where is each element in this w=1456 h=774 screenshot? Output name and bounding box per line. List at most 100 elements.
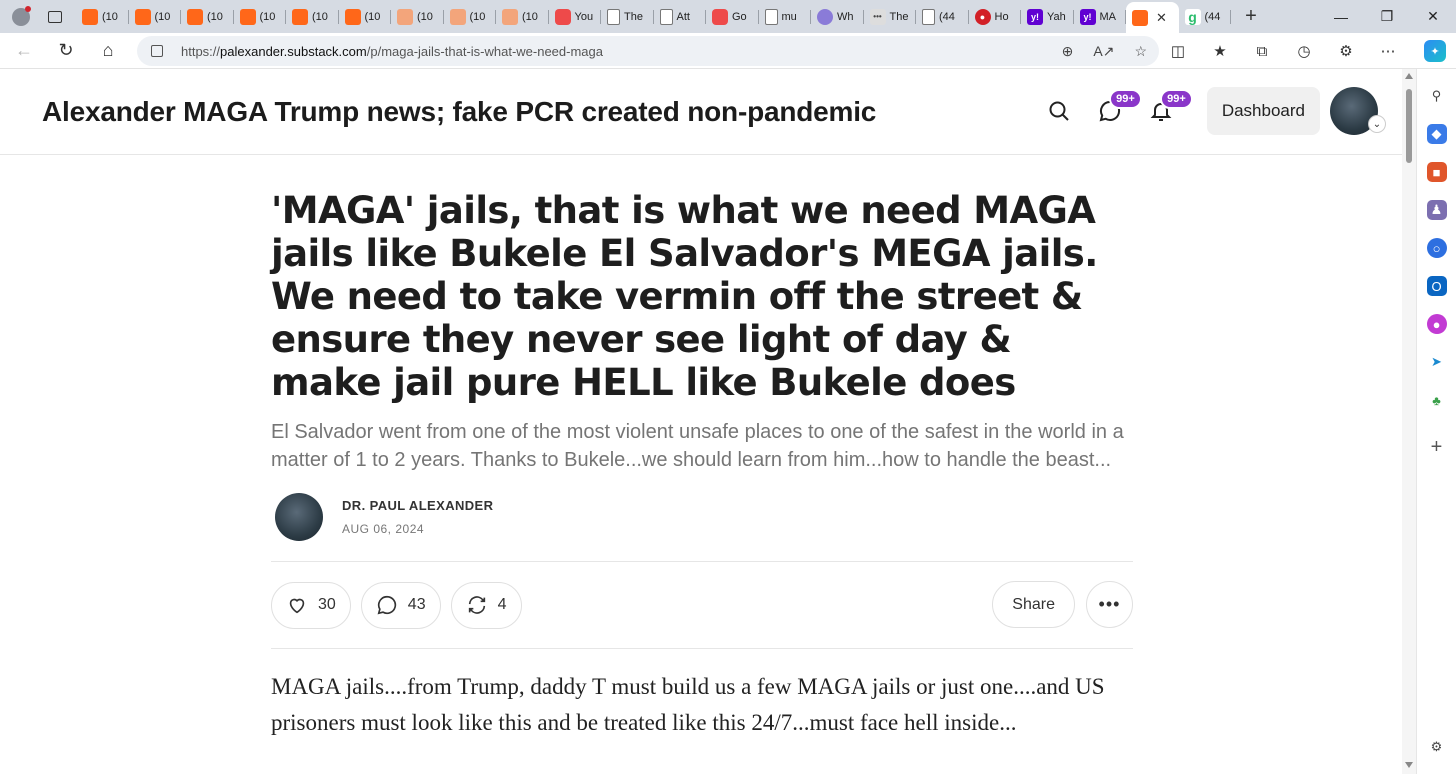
search-icon[interactable]: ⚲ [1427, 86, 1447, 106]
post-subtitle: El Salvador went from one of the most vi… [271, 421, 1124, 471]
browser-tab[interactable]: (10 [391, 3, 444, 30]
restack-button[interactable]: 4 [450, 581, 522, 629]
extensions-icon[interactable]: ⚙ [1332, 37, 1360, 65]
browser-tab[interactable]: (10 [339, 3, 392, 30]
share-button[interactable]: Share [992, 581, 1075, 628]
history-icon[interactable]: ◷ [1290, 37, 1318, 65]
browser-tab[interactable]: Wh [811, 3, 864, 30]
scroll-thumb[interactable] [1406, 89, 1412, 163]
games-icon[interactable]: ♟ [1426, 200, 1447, 220]
tab-actions-button[interactable] [40, 2, 70, 32]
browser-tab[interactable]: (10 [444, 3, 497, 30]
more-options-button[interactable]: ••• [1086, 581, 1133, 628]
heart-icon [289, 598, 305, 614]
browser-tab[interactable]: (10 [181, 3, 234, 30]
browser-tab[interactable]: (44 [916, 3, 969, 30]
telegram-icon[interactable]: ➤ [1427, 352, 1447, 372]
browser-tab[interactable]: ••• The [864, 3, 917, 30]
restore-button[interactable]: ❐ [1364, 0, 1410, 33]
tab-label: mu [781, 10, 797, 23]
minimize-button[interactable]: — [1318, 0, 1364, 33]
tab-active[interactable]: ✕ [1126, 2, 1179, 33]
site-info-icon[interactable] [151, 45, 163, 57]
favorites-icon[interactable]: ★ [1206, 37, 1234, 65]
tools-briefcase-icon[interactable]: ■ [1426, 162, 1447, 182]
search-button[interactable] [1039, 87, 1079, 135]
back-button[interactable]: ← [6, 36, 42, 66]
microsoft365-icon[interactable]: ○ [1426, 238, 1447, 258]
browser-tab[interactable]: (10 [234, 3, 287, 30]
dashboard-button[interactable]: Dashboard [1206, 87, 1320, 135]
like-button[interactable]: 30 [271, 581, 351, 629]
tab-label: Ho [994, 10, 1009, 23]
scroll-down-arrow[interactable] [1405, 762, 1413, 768]
tab-label: (10 [102, 10, 118, 23]
designer-icon[interactable]: ● [1426, 314, 1447, 334]
browser-tab[interactable]: (10 [129, 3, 182, 30]
sidebar-settings-icon[interactable]: ⚙ [1427, 737, 1447, 757]
browser-tab[interactable]: Go [706, 3, 759, 30]
add-sidebar-app-icon[interactable]: + [1427, 436, 1447, 458]
browser-tab[interactable]: You [549, 3, 602, 30]
purple-circle-icon [817, 8, 833, 25]
comments-button[interactable]: 43 [360, 581, 441, 629]
copilot-icon[interactable]: ✦ [1424, 40, 1446, 62]
site-title[interactable]: Alexander MAGA Trump news; fake PCR crea… [42, 96, 876, 128]
tab-label: (10 [207, 10, 223, 23]
browser-tab[interactable]: (10 [76, 3, 129, 30]
notifications-button[interactable]: 99+ [1141, 87, 1193, 135]
browser-tab[interactable]: The [601, 3, 654, 30]
search-icon [1049, 101, 1069, 121]
author-avatar[interactable] [275, 493, 323, 541]
tab-label: (10 [259, 10, 276, 23]
author-name[interactable]: DR. PAUL ALEXANDER [342, 498, 493, 513]
refresh-button[interactable]: ↻ [48, 36, 84, 66]
browser-tab[interactable]: mu [759, 3, 812, 30]
outlook-icon[interactable]: O [1426, 276, 1447, 296]
restack-count: 4 [497, 596, 507, 613]
tab-actions-icon [48, 10, 62, 23]
browser-tab[interactable]: ● Ho [969, 3, 1022, 30]
tab-label: Go [732, 10, 747, 23]
tree-icon[interactable]: ♣ [1427, 390, 1447, 410]
tab-label: Att [676, 10, 690, 23]
browser-tab[interactable]: (10 [286, 3, 339, 30]
collections-icon[interactable]: ⧉ [1248, 37, 1276, 65]
scroll-up-arrow[interactable] [1405, 73, 1413, 79]
split-screen-icon[interactable]: ◫ [1164, 37, 1192, 65]
toolbar: ← ↻ ⌂ https://palexander.substack.com/p/… [0, 33, 1456, 69]
browser-tab[interactable]: Att [654, 3, 707, 30]
address-bar[interactable]: https://palexander.substack.com/p/maga-j… [137, 36, 1159, 66]
home-button[interactable]: ⌂ [90, 36, 126, 66]
substack-icon [1132, 9, 1148, 26]
browser-tab[interactable]: y! MA [1074, 3, 1127, 30]
site-header: Alexander MAGA Trump news; fake PCR crea… [0, 69, 1402, 155]
comment-icon [377, 595, 396, 615]
yahoo-icon: y! [1079, 8, 1096, 25]
shopping-tag-icon[interactable]: ◆ [1426, 124, 1447, 144]
chat-badge: 99+ [1109, 89, 1142, 109]
chat-button[interactable]: 99+ [1090, 87, 1142, 135]
close-window-button[interactable]: ✕ [1410, 0, 1456, 33]
favorite-star-icon[interactable]: ☆ [1134, 43, 1147, 60]
page-scrollbar[interactable] [1402, 69, 1416, 774]
byline-meta: DR. PAUL ALEXANDER AUG 06, 2024 [342, 498, 493, 536]
tab-label: (44 [939, 10, 955, 23]
browser-tab[interactable]: g (44 [1179, 3, 1232, 30]
post-date: AUG 06, 2024 [342, 522, 425, 536]
browser-tab[interactable]: (10 [496, 3, 549, 30]
article: 'MAGA' jails, that is what we need MAGA … [271, 189, 1133, 741]
url-host: palexander.substack.com [220, 43, 367, 59]
profile-button[interactable] [6, 2, 36, 32]
more-menu-icon[interactable]: ⋯ [1374, 37, 1402, 65]
new-tab-button[interactable]: + [1237, 5, 1265, 28]
user-avatar[interactable]: ⌄ [1330, 87, 1386, 135]
tab-strip: (10 (10 (10 (10 (10 (10 (10 (10 (10 You The Att Go mu… [0, 0, 1456, 33]
read-aloud-icon[interactable]: A↗ [1093, 43, 1114, 60]
close-tab-icon[interactable]: ✕ [1156, 10, 1167, 26]
zoom-icon[interactable]: ⊕ [1062, 43, 1074, 60]
browser-tab[interactable]: y! Yah [1021, 3, 1074, 30]
substack-icon [134, 8, 151, 25]
url-path: /p/maga-jails-that-is-what-we-need-maga [366, 43, 603, 59]
window-controls: — ❐ ✕ [1318, 0, 1456, 33]
